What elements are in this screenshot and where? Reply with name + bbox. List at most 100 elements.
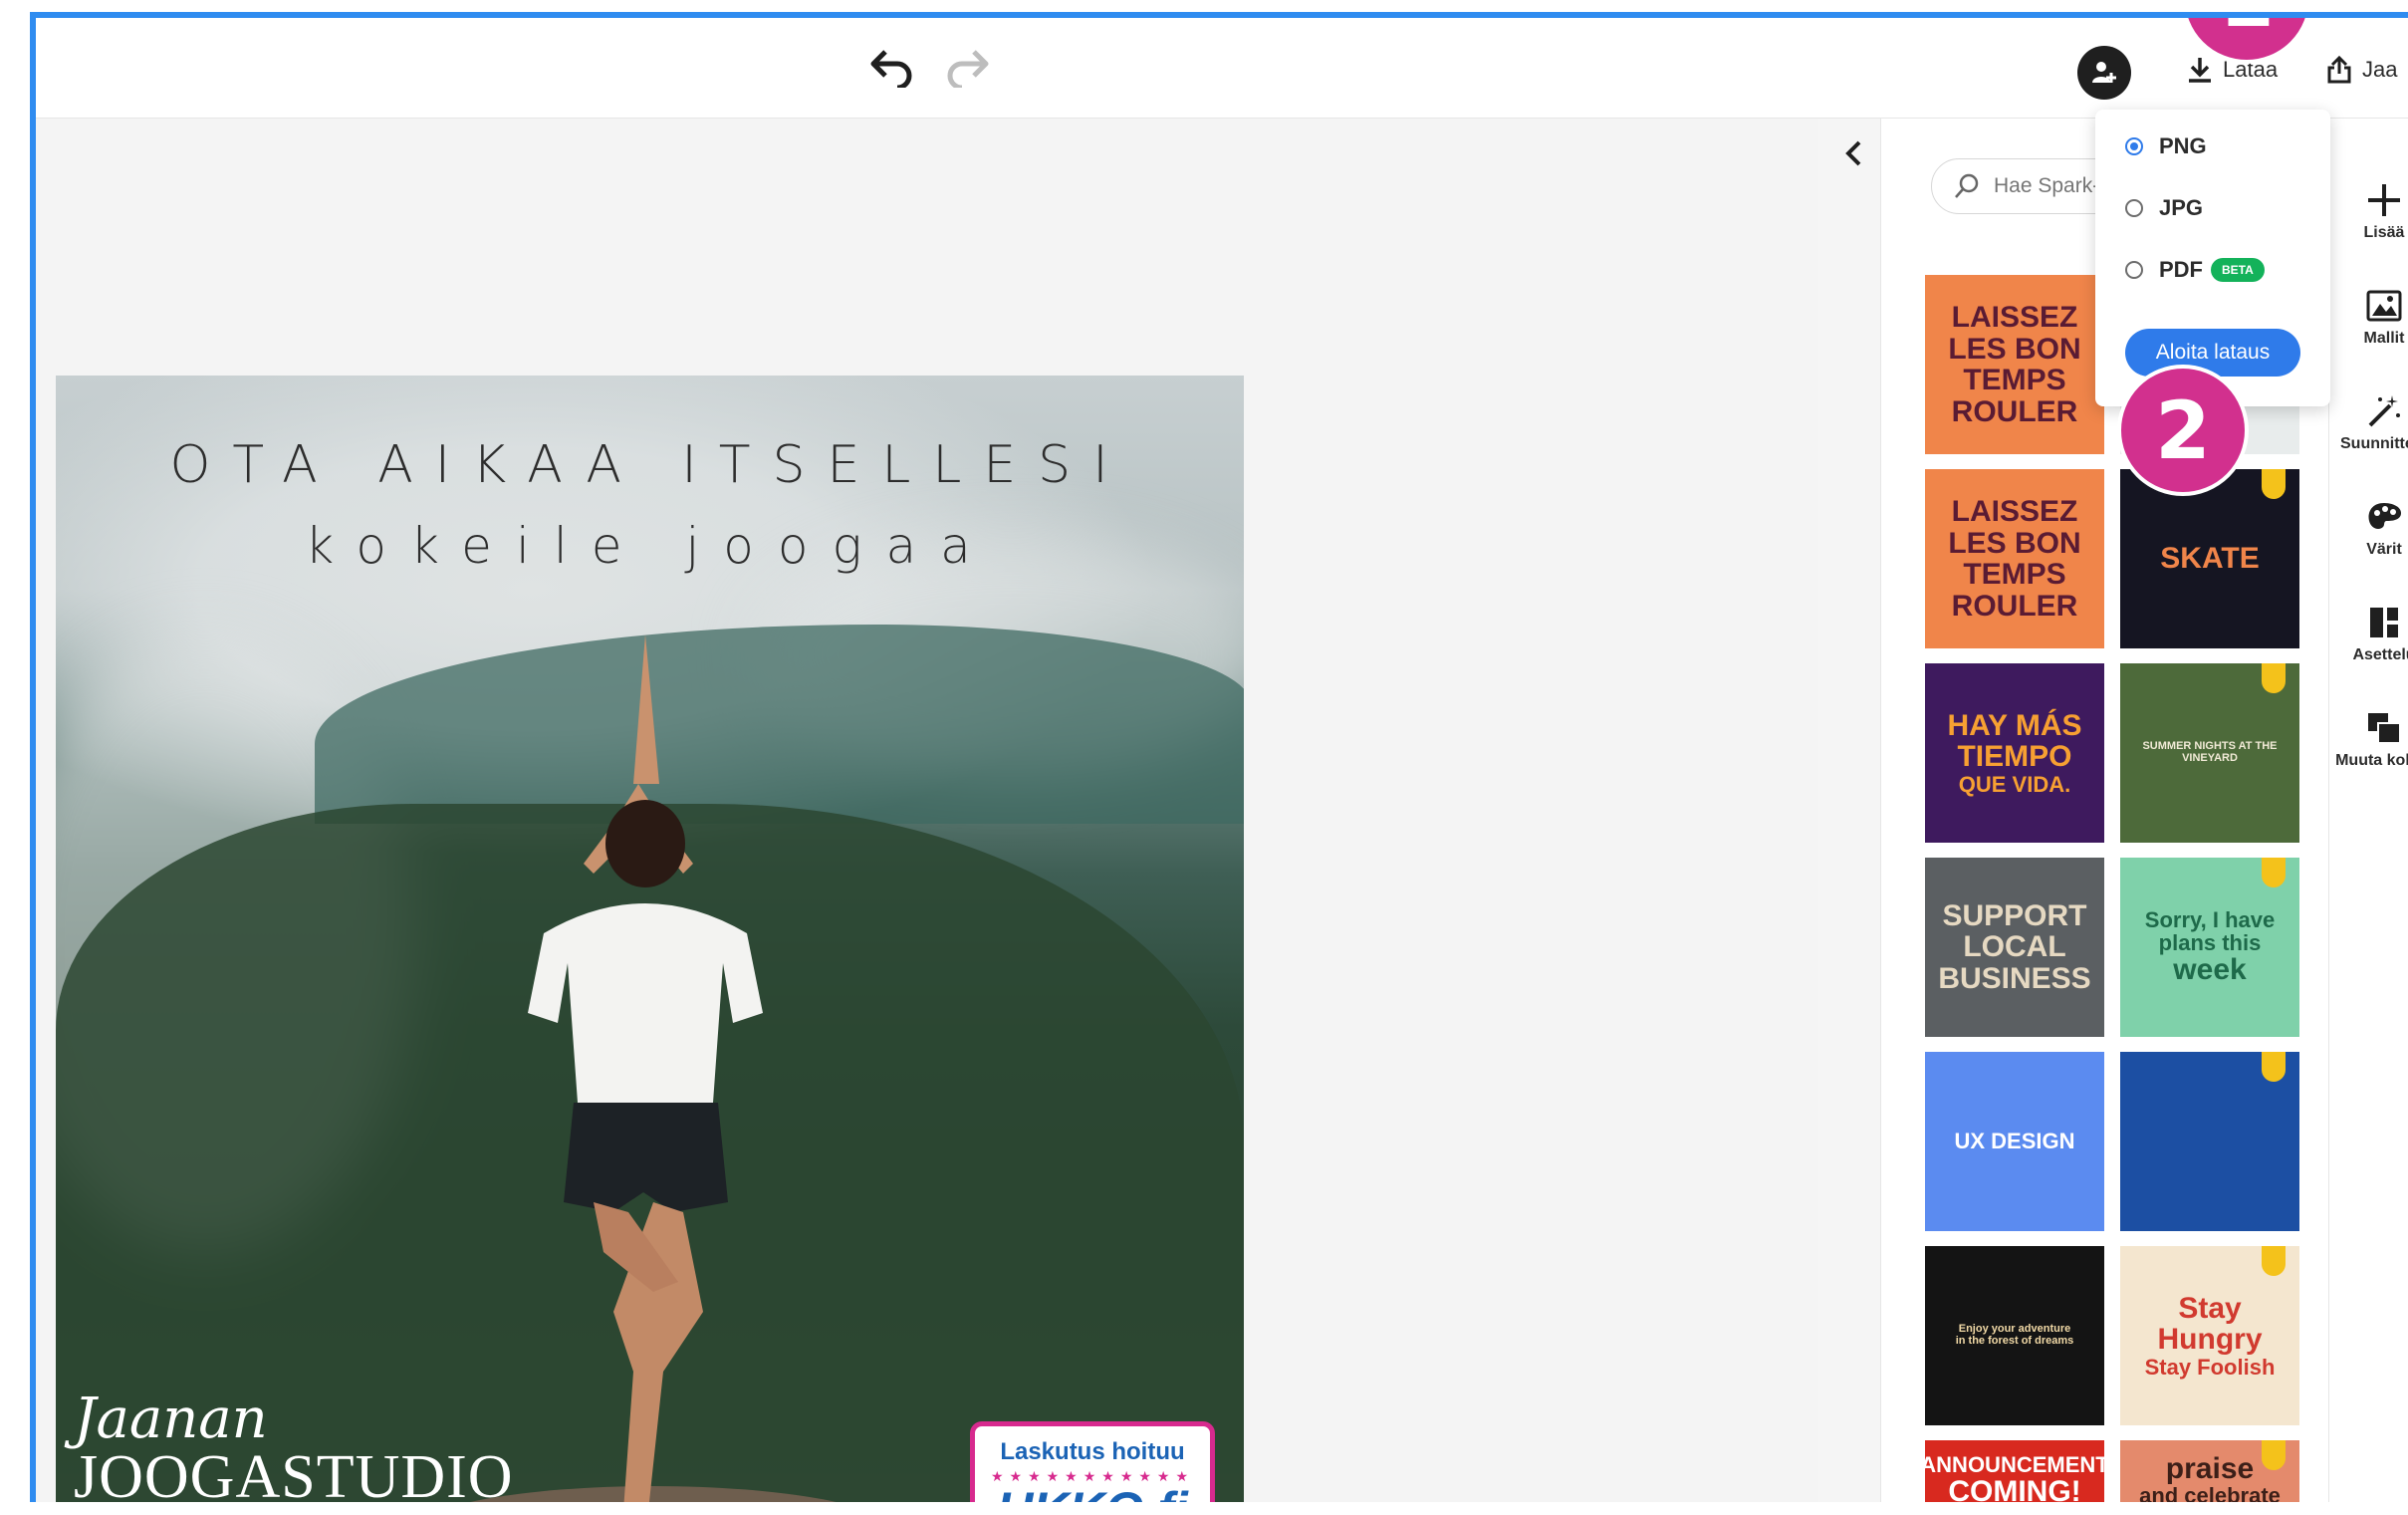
template-thumbnail[interactable]: Sorry, I have plans this week <box>2120 858 2299 1037</box>
redo-button[interactable] <box>942 40 992 96</box>
resize-icon <box>2368 713 2401 744</box>
template-thumbnail-text: LAISSEZ <box>1951 495 2078 528</box>
ukko-logo: UKKO.fi <box>975 1481 1210 1502</box>
template-thumbnail[interactable] <box>2120 1052 2299 1231</box>
template-thumbnail[interactable]: UX DESIGN <box>1925 1052 2104 1231</box>
format-label-png: PNG <box>2159 133 2207 158</box>
rail-label-colors: Värit <box>2366 541 2402 558</box>
template-thumbnail[interactable]: HAY MÁS TIEMPO QUE VIDA. <box>1925 663 2104 843</box>
premium-badge-icon <box>2262 469 2286 499</box>
rail-item-layout[interactable]: Asettelu <box>2329 603 2408 664</box>
download-icon <box>2189 58 2211 83</box>
rail-item-colors[interactable]: Värit <box>2329 497 2408 559</box>
template-thumbnail-text: Stay Foolish <box>2144 1354 2276 1380</box>
rail-item-templates[interactable]: Mallit <box>2329 286 2408 348</box>
poster-canvas[interactable]: OTA AIKAA ITSELLESI kokeile joogaa Jaana… <box>56 376 1244 1502</box>
magic-wand-icon <box>2368 395 2400 427</box>
template-thumbnail-text: ANNOUNCEMENT <box>1925 1451 2104 1477</box>
format-label-pdf: PDF <box>2159 257 2203 282</box>
template-thumbnail[interactable]: LAISSEZ LES BON TEMPS ROULER <box>1925 469 2104 648</box>
premium-badge-icon <box>2262 1440 2286 1470</box>
template-thumbnail[interactable]: LAISSEZ LES BON TEMPS ROULER <box>1925 275 2104 454</box>
template-thumbnail-text: LES BON <box>1948 332 2081 366</box>
format-option-pdf[interactable]: PDF BETA <box>2125 257 2265 283</box>
download-format-menu: PNG JPG PDF BETA Aloita lataus <box>2095 110 2330 406</box>
template-thumbnail-text: plans this <box>2158 930 2262 956</box>
invite-user-button[interactable] <box>2077 46 2131 100</box>
template-thumbnail-text: SUMMER NIGHTS AT THE VINEYARD <box>2142 740 2278 764</box>
template-thumbnail-text: UX DESIGN <box>1954 1129 2075 1154</box>
poster-title: OTA AIKAA ITSELLESI <box>169 435 1130 495</box>
template-thumbnail[interactable]: praise and celebrate <box>2120 1440 2299 1502</box>
rail-label-layout: Asettelu <box>2352 646 2408 663</box>
rail-item-resize[interactable]: Muuta kokoa <box>2329 708 2408 770</box>
radio-pdf[interactable] <box>2125 261 2143 279</box>
templates-icon <box>2366 290 2402 322</box>
redo-icon <box>947 50 989 88</box>
template-thumbnail-text: SUPPORT <box>1942 898 2087 932</box>
template-thumbnail-text: in the forest of dreams <box>1955 1335 2074 1347</box>
studio-logo-script: Jaanan <box>74 1387 268 1451</box>
template-thumbnail-text: ROULER <box>1951 394 2078 428</box>
template-thumbnail-text: TEMPS <box>1963 558 2066 591</box>
undo-icon <box>870 50 912 88</box>
studio-logo: Jaanan JOOGASTUDIO <box>74 1387 514 1503</box>
layout-icon <box>2370 608 2398 637</box>
template-thumbnail-text: LOCAL <box>1963 930 2066 964</box>
chevron-left-icon <box>1845 140 1861 166</box>
rail-item-design[interactable]: Suunnittelu <box>2329 391 2408 453</box>
format-option-png[interactable]: PNG <box>2125 133 2207 159</box>
template-thumbnail-text: SKATE <box>2160 542 2260 576</box>
template-thumbnail-text: week <box>2173 953 2247 987</box>
step-badge-2: 2 <box>2117 365 2249 496</box>
design-canvas-area: OTA AIKAA ITSELLESI kokeile joogaa Jaana… <box>36 119 1818 1502</box>
share-icon <box>2327 56 2351 84</box>
premium-badge-icon <box>2262 1052 2286 1082</box>
premium-badge-icon <box>2262 1246 2286 1276</box>
premium-badge-icon <box>2262 858 2286 887</box>
plus-icon <box>2368 184 2400 216</box>
ukko-ad-badge: Laskutus hoituu ★★★★★★★★★★★ UKKO.fi <box>970 1421 1215 1502</box>
template-thumbnail[interactable]: Stay Hungry Stay Foolish <box>2120 1246 2299 1425</box>
radio-png[interactable] <box>2125 137 2143 155</box>
template-thumbnail-text: LAISSEZ <box>1951 301 2078 334</box>
share-button[interactable]: Jaa <box>2326 48 2397 92</box>
template-thumbnail-text: BUSINESS <box>1938 961 2091 995</box>
template-thumbnail[interactable]: Enjoy your adventure in the forest of dre… <box>1925 1246 2104 1425</box>
template-thumbnail-text: Hungry <box>2157 1323 2263 1357</box>
top-toolbar: Lataa Jaa <box>36 18 2408 119</box>
template-thumbnail[interactable]: SUMMER NIGHTS AT THE VINEYARD <box>2120 663 2299 843</box>
radio-jpg[interactable] <box>2125 199 2143 217</box>
template-thumbnail-text: COMING! <box>1948 1474 2081 1502</box>
search-icon <box>1955 173 1979 198</box>
template-thumbnail-text: TIEMPO <box>1957 740 2072 774</box>
rail-label-resize: Muuta kokoa <box>2335 752 2408 769</box>
template-thumbnail-text: Stay <box>2178 1291 2242 1325</box>
template-thumbnail-text: ROULER <box>1951 589 2078 623</box>
right-tool-rail: Lisää Mallit Suunnittelu Värit Asettelu … <box>2328 119 2408 1502</box>
collapse-panel-button[interactable] <box>1828 124 1878 183</box>
template-thumbnail[interactable]: SKATE <box>2120 469 2299 648</box>
template-thumbnail[interactable]: SUPPORT LOCAL BUSINESS <box>1925 858 2104 1037</box>
palette-icon <box>2368 503 2401 529</box>
format-label-jpg: JPG <box>2159 195 2204 220</box>
template-thumbnail-text: LES BON <box>1948 526 2081 560</box>
rail-label-templates: Mallit <box>2363 330 2405 347</box>
template-thumbnail-text: and celebrate <box>2139 1483 2281 1502</box>
template-thumbnail[interactable]: ANNOUNCEMENT COMING! <box>1925 1440 2104 1502</box>
template-thumbnail-text: TEMPS <box>1963 364 2066 396</box>
user-plus-icon <box>2092 62 2116 83</box>
start-download-button[interactable]: Aloita lataus <box>2125 329 2300 377</box>
poster-subtitle: kokeile joogaa <box>305 517 995 575</box>
format-option-jpg[interactable]: JPG <box>2125 195 2203 221</box>
template-thumbnail-text: praise <box>2165 1451 2255 1485</box>
rail-label-design: Suunnittelu <box>2340 435 2408 452</box>
beta-badge: BETA <box>2211 258 2265 282</box>
template-thumbnail-text: QUE VIDA. <box>1958 771 2071 797</box>
ukko-line1: Laskutus hoituu <box>1000 1438 1185 1465</box>
yoga-person-illustration <box>528 634 763 1502</box>
undo-button[interactable] <box>867 40 917 96</box>
template-thumbnail-text: Sorry, I have <box>2144 907 2276 933</box>
template-thumbnail-text: HAY MÁS <box>1947 708 2082 742</box>
rail-item-add[interactable]: Lisää <box>2329 180 2408 242</box>
